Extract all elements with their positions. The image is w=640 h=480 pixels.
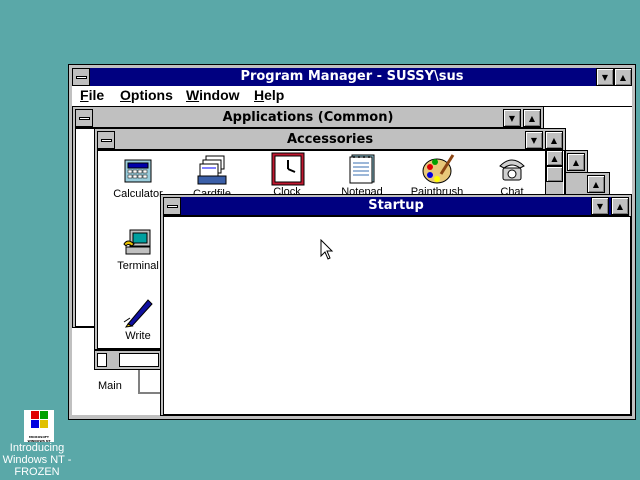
group-maximize-button[interactable]: ▲ (567, 153, 585, 171)
scroll-up-button[interactable]: ▲ (546, 150, 563, 166)
system-menu-icon (75, 75, 87, 79)
startup-system-menu-button[interactable] (163, 197, 181, 215)
startup-window[interactable]: Startup ▼ ▲ (160, 194, 632, 416)
system-menu-icon (78, 116, 90, 120)
system-menu-button[interactable] (72, 68, 90, 86)
menu-file[interactable]: File (80, 87, 104, 103)
menu-help[interactable]: Help (254, 87, 284, 103)
main-group-label: Main (98, 380, 122, 392)
system-menu-icon (100, 138, 112, 142)
clock-icon (271, 152, 305, 186)
menu-bar: File Options Window Help (72, 86, 632, 107)
minimize-button[interactable]: ▼ (596, 68, 614, 86)
applications-maximize-button[interactable]: ▲ (523, 109, 541, 127)
menu-window[interactable]: Window (186, 87, 240, 103)
terminal-icon (122, 226, 154, 258)
icon-notepad[interactable]: Notepad (326, 152, 398, 198)
telephone-icon (496, 152, 528, 184)
accessories-minimize-button[interactable]: ▼ (525, 131, 543, 149)
desktop-icon-label-line-1: Introducing (9, 442, 65, 454)
desktop-icon-label-line-3: FROZEN (14, 466, 60, 478)
system-menu-icon (166, 204, 178, 208)
menu-options[interactable]: Options (120, 87, 173, 103)
desktop-icon-windows-nt[interactable]: MICROSOFT WINDOWS NT Introducing Windows… (0, 408, 74, 480)
notepad-icon (346, 152, 378, 184)
startup-minimize-button[interactable]: ▼ (591, 197, 609, 215)
desktop-icon-label-line-2: Windows NT - (2, 454, 72, 466)
write-icon (122, 296, 154, 328)
startup-maximize-button[interactable]: ▲ (611, 197, 629, 215)
paintbrush-icon (421, 152, 455, 184)
applications-titlebar[interactable]: Applications (Common) (75, 109, 541, 128)
scroll-thumb[interactable] (546, 166, 563, 182)
main-group-icon[interactable] (94, 350, 162, 370)
mouse-cursor-icon (320, 238, 334, 261)
startup-title: Startup (368, 198, 424, 213)
group-maximize-button[interactable]: ▲ (587, 175, 605, 193)
icon-clock[interactable]: Clock (251, 152, 323, 198)
cardfile-icon (196, 154, 228, 186)
program-manager-title: Program Manager - SUSSY\sus (240, 69, 464, 84)
applications-title: Applications (Common) (222, 110, 394, 125)
startup-workspace (163, 216, 631, 415)
program-manager-titlebar[interactable]: Program Manager - SUSSY\sus (72, 68, 632, 87)
calculator-icon (122, 154, 154, 186)
windows-nt-logo-icon: MICROSOFT WINDOWS NT (24, 410, 54, 443)
icon-paintbrush[interactable]: Paintbrush (401, 152, 473, 198)
accessories-maximize-button[interactable]: ▲ (545, 131, 563, 149)
startup-titlebar[interactable]: Startup (163, 197, 629, 216)
accessories-titlebar[interactable]: Accessories (97, 131, 563, 150)
main-group-small-icon (97, 353, 107, 367)
applications-minimize-button[interactable]: ▼ (503, 109, 521, 127)
applications-system-menu-button[interactable] (75, 109, 93, 127)
icon-chat[interactable]: Chat (476, 152, 548, 198)
accessories-title: Accessories (286, 132, 374, 147)
maximize-button[interactable]: ▲ (614, 68, 632, 86)
main-group-window-icon (119, 353, 159, 367)
accessories-system-menu-button[interactable] (97, 131, 115, 149)
